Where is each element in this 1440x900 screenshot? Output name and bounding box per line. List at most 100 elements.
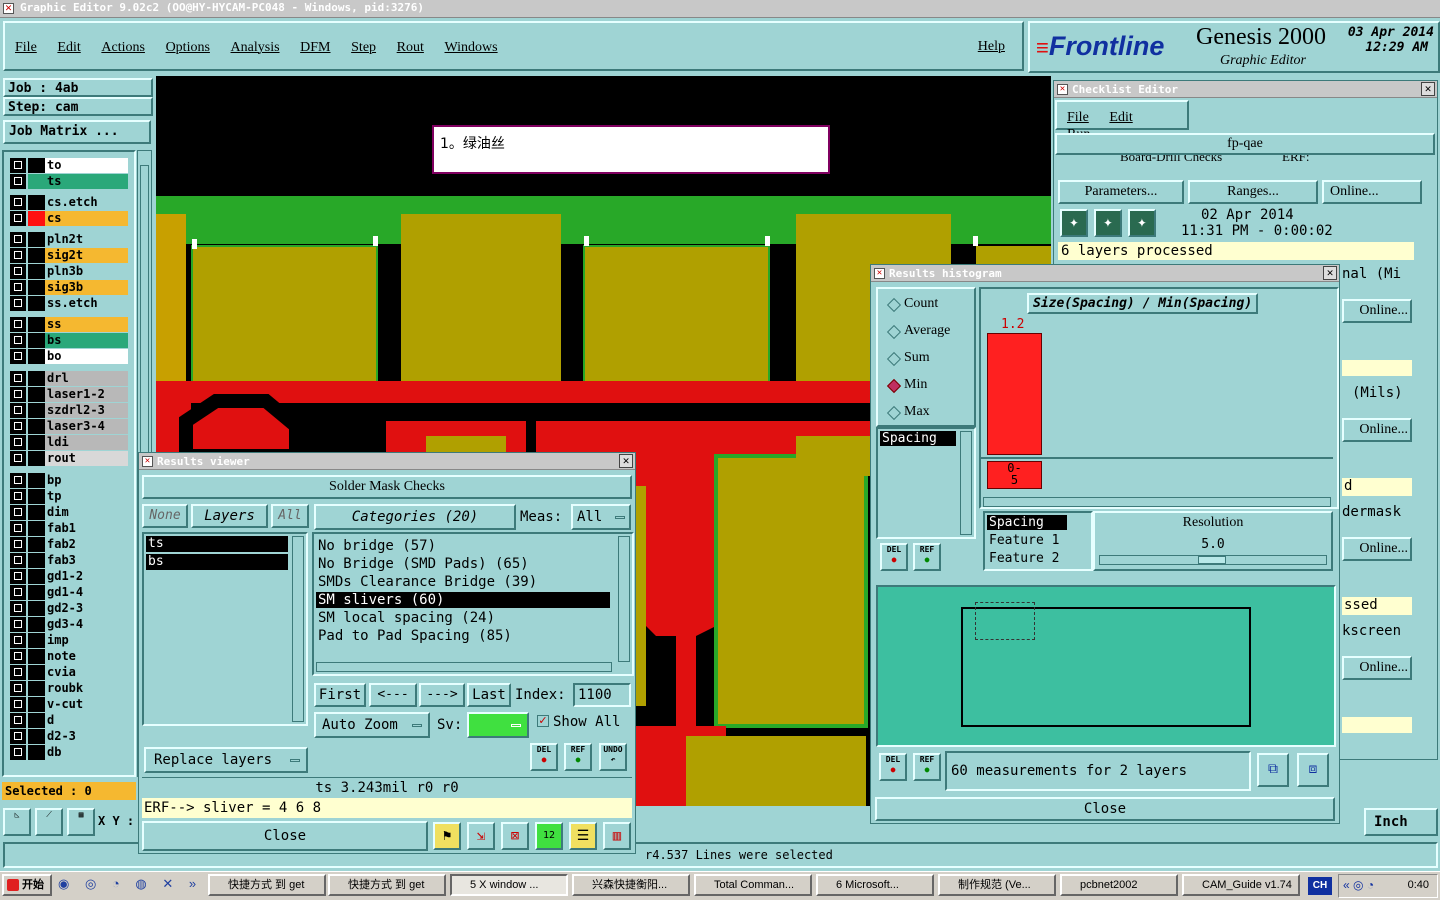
layer-color-swatch[interactable] — [28, 264, 45, 279]
run-icon-2[interactable]: ✦ — [1094, 209, 1122, 237]
parameters-button[interactable]: Parameters... — [1058, 180, 1184, 204]
layer-color-swatch[interactable] — [28, 280, 45, 295]
layer-row-d[interactable]: d — [10, 713, 128, 728]
layer-checkbox[interactable] — [10, 387, 26, 402]
layer-name[interactable]: roubk — [45, 681, 128, 696]
taskbar-item-9[interactable]: CAM_Guide v1.74 — [1182, 874, 1300, 896]
layer-checkbox[interactable] — [10, 419, 26, 434]
layer-row-ts[interactable]: ts — [10, 174, 128, 189]
language-indicator[interactable]: CH — [1308, 877, 1332, 895]
histogram-close-button[interactable]: Close — [875, 797, 1335, 821]
close-icon[interactable]: ✕ — [1421, 82, 1435, 96]
layer-color-swatch[interactable] — [28, 232, 45, 247]
tab-all[interactable]: All — [271, 504, 309, 528]
start-button[interactable]: 开始 — [2, 874, 52, 896]
layer-row-tp[interactable]: tp — [10, 489, 128, 504]
layer-row-ss.etch[interactable]: ss.etch — [10, 296, 128, 311]
layer-checkbox[interactable] — [10, 211, 26, 226]
menu-step[interactable]: Step — [351, 40, 376, 55]
results-del-button[interactable]: DEL ● — [530, 743, 558, 771]
layer-row-gd2-3[interactable]: gd2-3 — [10, 601, 128, 616]
close-icon[interactable]: ✕ — [619, 454, 633, 468]
layer-name[interactable]: cs — [45, 211, 128, 226]
layer-name[interactable]: pln3b — [45, 264, 128, 279]
layer-row-to[interactable]: to — [10, 158, 128, 173]
layer-color-swatch[interactable] — [28, 317, 45, 332]
layer-row-dim[interactable]: dim — [10, 505, 128, 520]
layer-name[interactable]: rout — [45, 451, 128, 466]
layer-name[interactable]: db — [45, 745, 128, 760]
layer-color-swatch[interactable] — [28, 745, 45, 760]
units-button[interactable]: Inch — [1364, 808, 1438, 836]
layer-checkbox[interactable] — [10, 665, 26, 680]
checklist-menu-edit[interactable]: Edit — [1109, 110, 1132, 125]
layer-name[interactable]: ss.etch — [45, 296, 128, 311]
layer-color-swatch[interactable] — [28, 521, 45, 536]
layer-checkbox[interactable] — [10, 280, 26, 295]
taskbar-item-1[interactable]: 快捷方式 到 get — [208, 874, 326, 896]
run-icon-3[interactable]: ✦ — [1128, 209, 1156, 237]
layer-color-swatch[interactable] — [28, 489, 45, 504]
layer-name[interactable]: imp — [45, 633, 128, 648]
layer-row-fab2[interactable]: fab2 — [10, 537, 128, 552]
layer-name[interactable]: d — [45, 713, 128, 728]
layer-checkbox[interactable] — [10, 371, 26, 386]
layer-row-szdrl2-3[interactable]: szdrl2-3 — [10, 403, 128, 418]
layer-name[interactable]: cvia — [45, 665, 128, 680]
layer-checkbox[interactable] — [10, 617, 26, 632]
layer-name[interactable]: sig3b — [45, 280, 128, 295]
layer-name[interactable]: szdrl2-3 — [45, 403, 128, 418]
layer-row-note[interactable]: note — [10, 649, 128, 664]
layer-checkbox[interactable] — [10, 633, 26, 648]
layer-color-swatch[interactable] — [28, 665, 45, 680]
index-input[interactable]: 1100 — [573, 683, 631, 707]
resolution-slider[interactable] — [1099, 555, 1327, 565]
checklist-menu-file[interactable]: File — [1067, 110, 1089, 125]
layer-name[interactable]: v-cut — [45, 697, 128, 712]
layer-color-swatch[interactable] — [28, 713, 45, 728]
layer-checkbox[interactable] — [10, 713, 26, 728]
layer-checkbox[interactable] — [10, 521, 26, 536]
online-button-3[interactable]: Online... — [1342, 418, 1412, 442]
layer-color-swatch[interactable] — [28, 553, 45, 568]
online-button-5[interactable]: Online... — [1342, 656, 1412, 680]
histogram-ref-button[interactable]: REF ● — [913, 543, 941, 571]
layer-row-pln3b[interactable]: pln3b — [10, 264, 128, 279]
layer-row-fab3[interactable]: fab3 — [10, 553, 128, 568]
layer-checkbox[interactable] — [10, 264, 26, 279]
taskbar-item-3[interactable]: 5 X window ... — [450, 874, 568, 896]
layer-name[interactable]: gd3-4 — [45, 617, 128, 632]
layer-checkbox[interactable] — [10, 585, 26, 600]
res-item-feature1[interactable]: Feature 1 — [987, 533, 1059, 548]
layer-checkbox[interactable] — [10, 505, 26, 520]
mode-average[interactable]: Average — [886, 321, 976, 341]
layer-checkbox[interactable] — [10, 553, 26, 568]
layer-row-ss[interactable]: ss — [10, 317, 128, 332]
layer-name[interactable]: pln2t — [45, 232, 128, 247]
layer-checkbox[interactable] — [10, 729, 26, 744]
nav-next[interactable]: ---> — [419, 683, 465, 707]
layer-checkbox[interactable] — [10, 569, 26, 584]
menu-file[interactable]: File — [15, 40, 37, 55]
layer-row-gd3-4[interactable]: gd3-4 — [10, 617, 128, 632]
layer-name[interactable]: gd1-4 — [45, 585, 128, 600]
results-tool-4-icon[interactable]: 12 — [535, 822, 563, 850]
histogram-bar[interactable] — [987, 333, 1042, 455]
layer-row-roubk[interactable]: roubk — [10, 681, 128, 696]
layer-name[interactable]: sig2t — [45, 248, 128, 263]
layer-name[interactable]: bo — [45, 349, 128, 364]
layer-name[interactable]: fab1 — [45, 521, 128, 536]
menu-actions[interactable]: Actions — [101, 40, 145, 55]
layer-checkbox[interactable] — [10, 158, 26, 173]
results-tool-2-icon[interactable]: ⇲ — [467, 822, 495, 850]
tab-layers[interactable]: Layers — [191, 504, 268, 528]
layer-name[interactable]: to — [45, 158, 128, 173]
results-chart-icon[interactable]: ▥ — [603, 822, 631, 850]
layer-color-swatch[interactable] — [28, 248, 45, 263]
layer-checkbox[interactable] — [10, 451, 26, 466]
layer-color-swatch[interactable] — [28, 473, 45, 488]
layer-row-bp[interactable]: bp — [10, 473, 128, 488]
results-tool-1-icon[interactable]: ⚑ — [433, 822, 461, 850]
menu-analysis[interactable]: Analysis — [231, 40, 280, 55]
layer-color-swatch[interactable] — [28, 211, 45, 226]
